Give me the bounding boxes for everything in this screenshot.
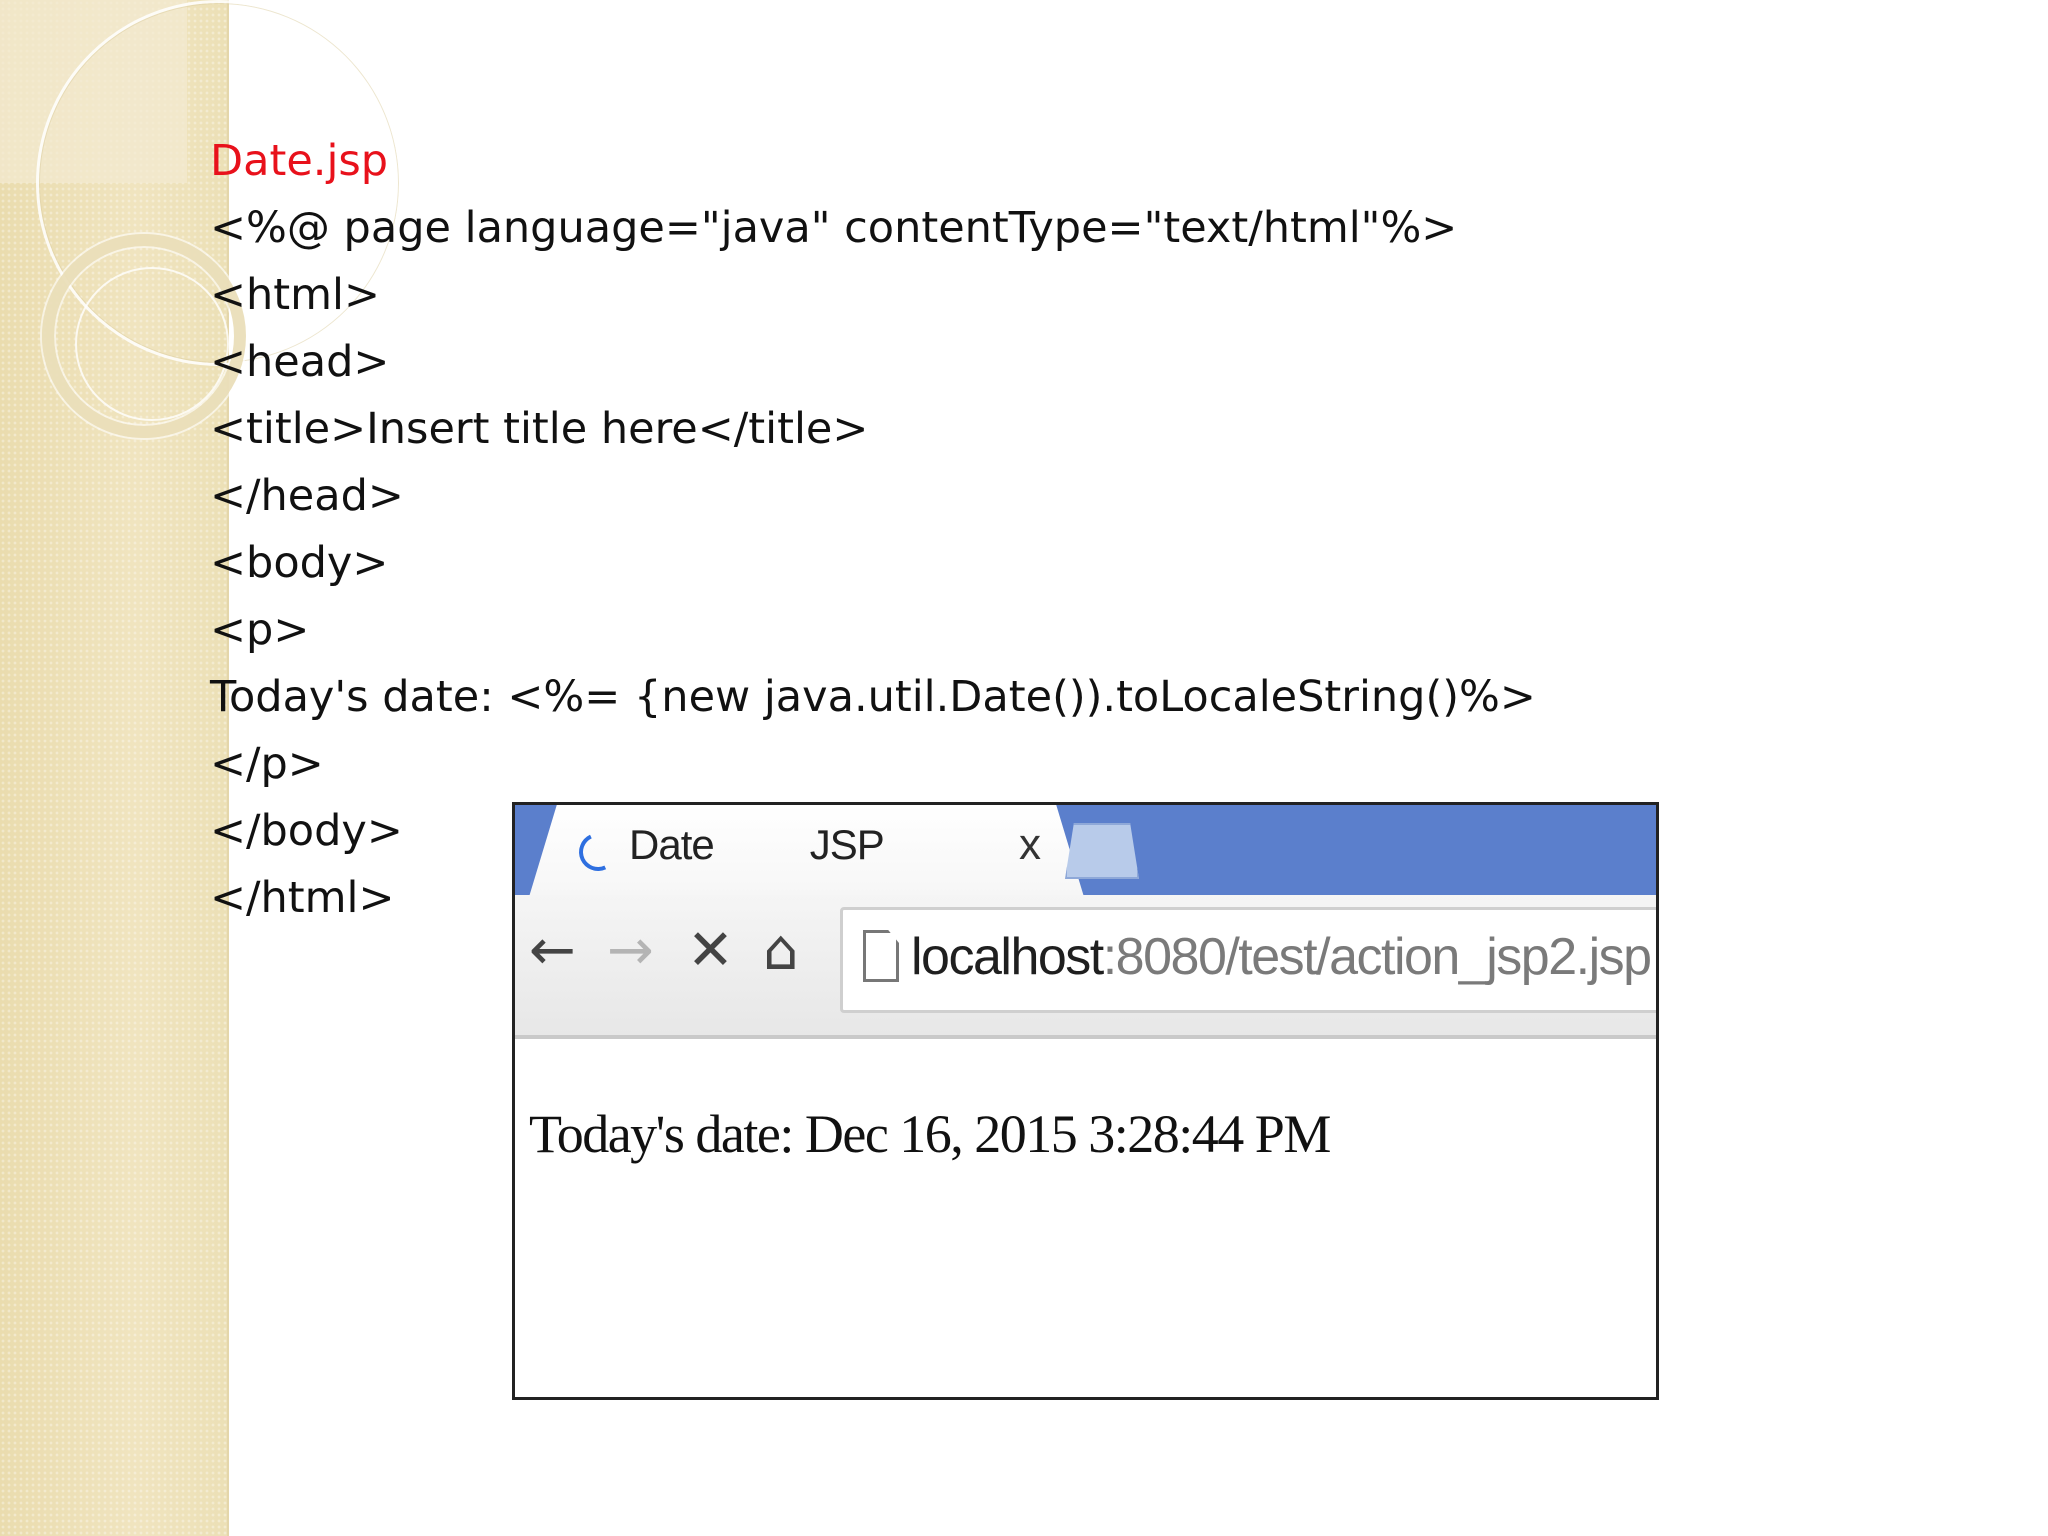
- file-title: Date.jsp: [210, 136, 389, 186]
- tab-close-icon[interactable]: x: [1019, 823, 1041, 867]
- page-icon: [863, 930, 899, 982]
- code-line: <body>: [210, 538, 389, 588]
- address-url: localhost:8080/test/action_jsp2.jsp: [911, 926, 1652, 988]
- tab-strip: Date JSP x: [515, 805, 1656, 897]
- back-arrow-icon[interactable]: ←: [529, 923, 576, 979]
- code-line: </p>: [210, 739, 324, 789]
- address-bar[interactable]: localhost:8080/test/action_jsp2.jsp: [840, 907, 1656, 1013]
- decorative-ring-small-inner: [75, 267, 229, 421]
- code-line: <head>: [210, 337, 390, 387]
- code-line: <%@ page language="java" contentType="te…: [210, 203, 1458, 253]
- rendered-date-text: Today's date: Dec 16, 2015 3:28:44 PM: [529, 1104, 1331, 1164]
- close-icon[interactable]: ✕: [687, 923, 734, 979]
- code-line: Today's date: <%= {new java.util.Date())…: [210, 672, 1536, 722]
- forward-arrow-icon[interactable]: →: [607, 923, 654, 979]
- tab-title: Date JSP: [629, 821, 885, 868]
- page-viewport: Today's date: Dec 16, 2015 3:28:44 PM: [515, 1039, 1656, 1395]
- url-host: localhost: [911, 928, 1104, 986]
- new-tab-button[interactable]: [1065, 823, 1139, 879]
- url-path: :8080/test/action_jsp2.jsp: [1102, 928, 1652, 986]
- loading-spinner-icon: [573, 827, 623, 877]
- browser-tab[interactable]: Date JSP x: [529, 805, 1084, 897]
- browser-screenshot: Date JSP x ← → ✕ ⌂ localhost:8080/test/a…: [512, 802, 1659, 1400]
- code-line: <html>: [210, 270, 381, 320]
- home-icon[interactable]: ⌂: [763, 923, 799, 979]
- browser-toolbar: ← → ✕ ⌂ localhost:8080/test/action_jsp2.…: [515, 895, 1656, 1039]
- code-line: <title>Insert title here</title>: [210, 404, 869, 454]
- code-line: </head>: [210, 471, 404, 521]
- decorative-side-band: [0, 0, 402, 1536]
- code-line: <p>: [210, 605, 310, 655]
